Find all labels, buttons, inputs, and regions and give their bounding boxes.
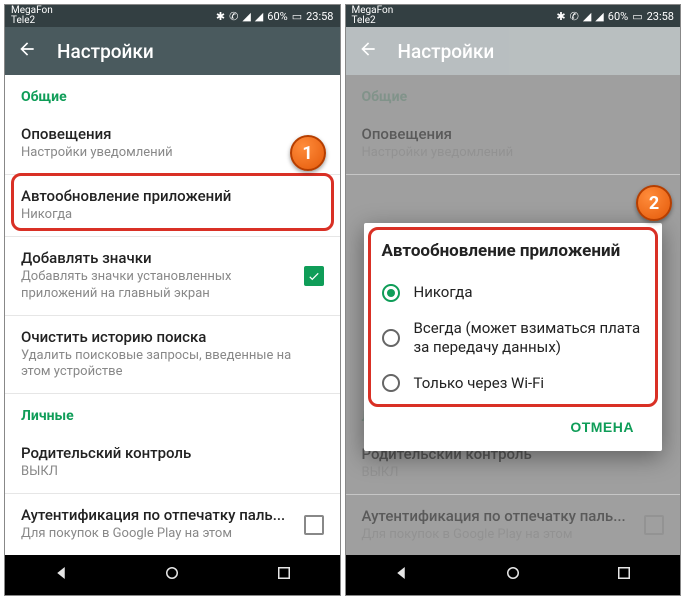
section-general: Общие [5,75,340,113]
app-bar-r: Настройки [346,27,681,75]
nav-bar [5,555,340,595]
signal-2-icon: ◢ [255,10,263,23]
clock-r: 23:58 [647,10,674,23]
item-autoupdate-title: Автообновление приложений [21,187,324,205]
item-autoupdate-sub: Никогда [21,207,324,224]
radio-never[interactable] [382,284,400,302]
signal-1-icon: ◢ [242,10,250,23]
radio-wifi-label: Только через Wi-Fi [414,374,545,394]
radio-option-always[interactable]: Всегда (может взиматься плата за передач… [382,311,645,366]
bluetooth-icon: ✱ [556,10,565,23]
nav-recent-icon[interactable] [615,564,633,586]
signal-1-icon: ◢ [583,10,591,23]
item-add-icons[interactable]: Добавлять значки Добавлять значки устано… [5,237,340,316]
autoupdate-dialog: Автообновление приложений Никогда Всегда… [364,223,663,451]
vibrate-icon: ✆ [229,10,238,23]
item-fingerprint[interactable]: Аутентификация по отпечатку паль... Для … [5,494,340,555]
radio-wifi[interactable] [382,374,400,392]
battery-pct: 60% [267,10,287,23]
radio-always-label: Всегда (может взиматься плата за передач… [414,319,645,358]
item-add-icons-title: Добавлять значки [21,249,296,267]
radio-always[interactable] [382,329,400,347]
checkbox-fingerprint[interactable] [304,515,324,535]
page-title-r: Настройки [398,40,495,63]
radio-never-label: Никогда [414,283,473,303]
item-notifications-sub: Настройки уведомлений [21,145,324,162]
item-notifications-title: Оповещения [21,125,324,143]
back-icon[interactable] [17,39,37,63]
section-general-r: Общие [346,75,681,113]
battery-icon: ▭ [632,10,642,23]
app-bar: Настройки [5,27,340,75]
status-carriers-r: MegaFon Tele2 [352,6,394,26]
battery-icon: ▭ [292,10,302,23]
nav-home-icon[interactable] [163,564,181,586]
status-carriers: MegaFon Tele2 [11,6,53,26]
nav-back-icon[interactable] [52,564,70,586]
status-bar-r: MegaFon Tele2 ✱ ✆ ◢ ◢ 60% ▭ 23:58 [346,5,681,27]
back-icon-r [358,39,378,63]
item-parental-title: Родительский контроль [21,444,324,462]
vibrate-icon: ✆ [570,10,579,23]
signal-2-icon: ◢ [595,10,603,23]
cancel-button[interactable]: ОТМЕНА [560,411,644,443]
item-notifications-r: Оповещения Настройки уведомлений [346,113,681,175]
item-fingerprint-sub: Для покупок в Google Play на этом [21,526,296,543]
item-fingerprint-r: Аутентификация по отпечатку паль... Для … [346,495,681,555]
item-add-icons-sub: Добавлять значки установленных приложени… [21,269,296,303]
item-clear-history-sub: Удалить поисковые запросы, введенные на … [21,348,324,382]
settings-content: Общие Оповещения Настройки уведомлений А… [5,75,340,555]
settings-content-r: Общие Оповещения Настройки уведомлений Л… [346,75,681,555]
nav-recent-icon[interactable] [275,564,293,586]
status-right-r: ✱ ✆ ◢ ◢ 60% ▭ 23:58 [556,10,674,23]
item-clear-history-title: Очистить историю поиска [21,328,324,346]
battery-pct-r: 60% [608,10,628,23]
item-parental-sub: ВЫКЛ [21,464,324,481]
nav-home-icon[interactable] [504,564,522,586]
phone-left: MegaFon Tele2 ✱ ✆ ◢ ◢ 60% ▭ 23:58 Настро… [4,4,341,596]
status-bar: MegaFon Tele2 ✱ ✆ ◢ ◢ 60% ▭ 23:58 [5,5,340,27]
radio-option-wifi[interactable]: Только через Wi-Fi [382,366,645,402]
clock: 23:58 [306,10,333,23]
item-clear-history[interactable]: Очистить историю поиска Удалить поисковы… [5,316,340,395]
status-right: ✱ ✆ ◢ ◢ 60% ▭ 23:58 [216,10,334,23]
item-notifications[interactable]: Оповещения Настройки уведомлений [5,113,340,175]
nav-back-icon[interactable] [392,564,410,586]
nav-bar-r [346,555,681,595]
carrier-2: Tele2 [11,16,53,26]
checkbox-add-icons[interactable] [304,266,324,286]
carrier-2-r: Tele2 [352,16,394,26]
item-fingerprint-title: Аутентификация по отпечатку паль... [21,506,296,524]
phone-right: MegaFon Tele2 ✱ ✆ ◢ ◢ 60% ▭ 23:58 Настро… [345,4,682,596]
radio-option-never[interactable]: Никогда [382,275,645,311]
bluetooth-icon: ✱ [216,10,225,23]
dialog-title: Автообновление приложений [382,241,645,261]
section-personal: Личные [5,394,340,432]
item-parental[interactable]: Родительский контроль ВЫКЛ [5,432,340,494]
page-title: Настройки [57,40,154,63]
item-autoupdate[interactable]: Автообновление приложений Никогда [5,175,340,237]
